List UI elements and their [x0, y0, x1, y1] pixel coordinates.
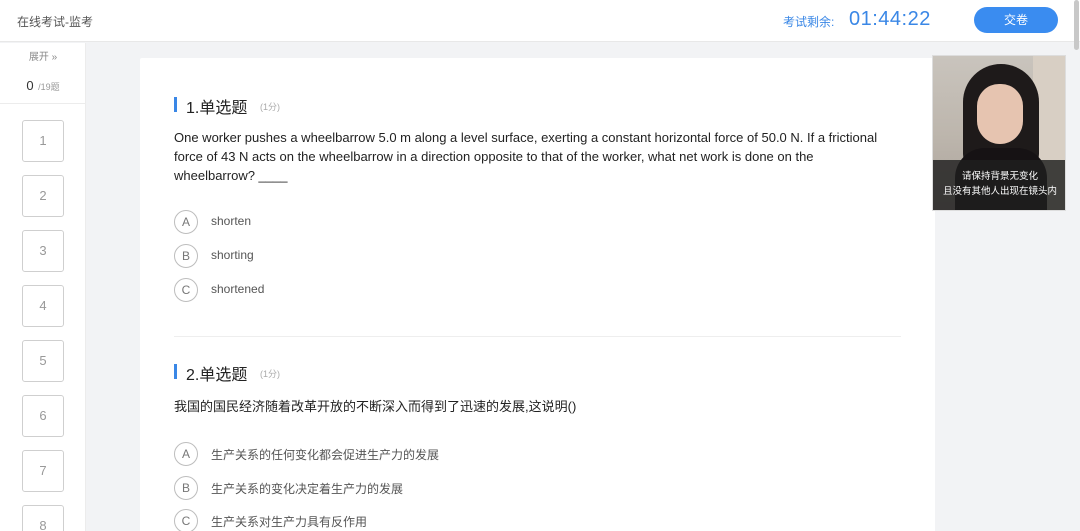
- camera-notice-line-2: 且没有其他人出现在镜头内: [942, 186, 1057, 197]
- question-marker: [174, 364, 177, 379]
- total-count: /19题: [38, 82, 60, 92]
- question-nav-1[interactable]: 1: [22, 120, 64, 162]
- question-nav-2[interactable]: 2: [22, 175, 64, 217]
- question-1-title: 1.单选题: [186, 100, 248, 117]
- question-nav-8[interactable]: 8: [22, 505, 64, 531]
- camera-notice-line-1: 请保持背景无变化: [961, 171, 1038, 182]
- candidate-face: [977, 84, 1023, 144]
- question-2-stem: 我国的国民经济随着改革开放的不断深入而得到了迅速的发展,这说明(): [174, 399, 577, 414]
- sidebar-divider: [0, 103, 86, 104]
- option-c-circle[interactable]: C: [174, 509, 198, 531]
- answer-progress: 0 /19题: [0, 77, 86, 95]
- app-title: 在线考试-监考: [17, 15, 93, 29]
- question-1-score: (1分): [260, 102, 280, 112]
- question-divider: [174, 336, 901, 337]
- option-b-text: 生产关系的变化决定着生产力的发展: [211, 482, 404, 496]
- option-c-text: shortened: [211, 282, 265, 296]
- question-marker: [174, 97, 177, 112]
- question-nav-6[interactable]: 6: [22, 395, 64, 437]
- question-nav-7[interactable]: 7: [22, 450, 64, 492]
- question-2-title: 2.单选题: [186, 367, 248, 384]
- camera-notice: 请保持背景无变化 且没有其他人出现在镜头内: [933, 160, 1065, 210]
- expand-toggle[interactable]: 展开 »: [0, 48, 86, 63]
- timer-label: 考试剩余:: [783, 15, 835, 29]
- question-navigator: 展开 » 0 /19题 1 2 3 4 5 6 7 8: [0, 43, 86, 531]
- option-b-circle[interactable]: B: [174, 476, 198, 500]
- question-nav-3[interactable]: 3: [22, 230, 64, 272]
- option-b-text: shorting: [211, 248, 254, 262]
- submit-exam-button[interactable]: 交卷: [974, 7, 1058, 33]
- answered-count: 0: [26, 78, 34, 93]
- option-a-circle[interactable]: A: [174, 210, 198, 234]
- timer-value: 01:44:22: [849, 8, 931, 30]
- option-c-circle[interactable]: C: [174, 278, 198, 302]
- question-1-stem: One worker pushes a wheelbarrow 5.0 m al…: [174, 130, 878, 183]
- option-c-text: 生产关系对生产力具有反作用: [211, 515, 368, 529]
- option-a-text: shorten: [211, 214, 252, 228]
- proctor-camera-preview: 请保持背景无变化 且没有其他人出现在镜头内: [932, 55, 1066, 211]
- option-b-circle[interactable]: B: [174, 244, 198, 268]
- question-nav-4[interactable]: 4: [22, 285, 64, 327]
- question-card: 1.单选题 (1分) One worker pushes a wheelbarr…: [140, 58, 935, 531]
- top-bar: 在线考试-监考 考试剩余: 01:44:22 交卷: [0, 0, 1080, 50]
- question-nav-5[interactable]: 5: [22, 340, 64, 382]
- option-a-text: 生产关系的任何变化都会促进生产力的发展: [211, 448, 440, 462]
- scrollbar-thumb[interactable]: [1074, 0, 1079, 50]
- option-a-circle[interactable]: A: [174, 442, 198, 466]
- question-2-score: (1分): [260, 369, 280, 379]
